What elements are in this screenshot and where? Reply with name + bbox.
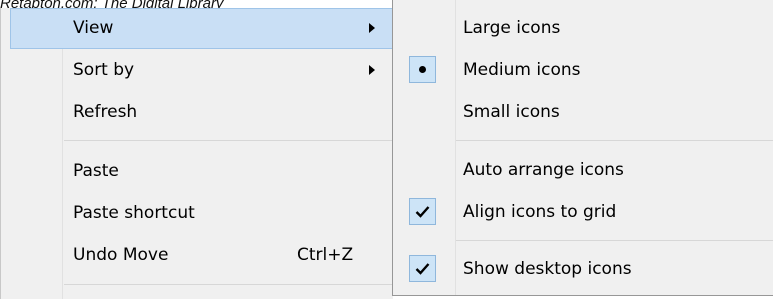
check-indicator [409,198,436,225]
submenu-item-auto-arrange-icons[interactable]: Auto arrange icons [393,150,773,191]
submenu-item-align-icons-to-grid[interactable]: Align icons to grid [393,192,773,233]
submenu-separator [456,240,773,241]
submenu-item-align-icons-to-grid-label: Align icons to grid [463,202,617,222]
menu-item-undo-move-shortcut: Ctrl+Z [297,245,354,265]
view-submenu: Large icons Medium icons Small icons Aut… [392,0,773,296]
submenu-item-medium-icons-label: Medium icons [463,60,581,80]
submenu-item-show-desktop-icons-label: Show desktop icons [463,259,632,279]
submenu-item-large-icons[interactable]: Large icons [393,8,773,49]
menu-item-sort-by[interactable]: Sort by [10,50,393,91]
menu-item-paste-shortcut-label: Paste shortcut [73,203,195,223]
check-indicator [409,255,436,282]
menu-separator [64,140,393,141]
submenu-item-small-icons-label: Small icons [463,102,560,122]
checkmark-icon [415,263,430,275]
desktop-context-menu-screenshot: Retabton.com: The Digital Library View S… [0,0,773,299]
submenu-arrow-icon [369,65,375,75]
submenu-item-small-icons[interactable]: Small icons [393,92,773,133]
submenu-item-large-icons-label: Large icons [463,18,561,38]
menu-item-undo-move[interactable]: Undo Move Ctrl+Z [10,235,393,276]
submenu-arrow-icon [369,23,375,33]
menu-item-paste[interactable]: Paste [10,151,393,192]
menu-item-view[interactable]: View [10,8,393,49]
submenu-item-medium-icons[interactable]: Medium icons [393,50,773,91]
menu-item-refresh[interactable]: Refresh [10,92,393,133]
radio-selected-indicator [409,56,436,83]
menu-item-paste-shortcut[interactable]: Paste shortcut [10,193,393,234]
menu-separator [64,284,393,285]
context-menu: View Sort by Refresh Paste Paste shortcu… [0,8,393,299]
submenu-item-show-desktop-icons[interactable]: Show desktop icons [393,249,773,290]
menu-item-undo-move-label: Undo Move [73,245,169,265]
menu-item-refresh-label: Refresh [73,102,138,122]
menu-item-paste-label: Paste [73,161,119,181]
bullet-icon [419,66,426,73]
checkmark-icon [415,206,430,218]
menu-item-sort-by-label: Sort by [73,60,135,80]
submenu-item-auto-arrange-icons-label: Auto arrange icons [463,160,624,180]
menu-item-view-label: View [73,18,114,38]
submenu-separator [456,140,773,141]
